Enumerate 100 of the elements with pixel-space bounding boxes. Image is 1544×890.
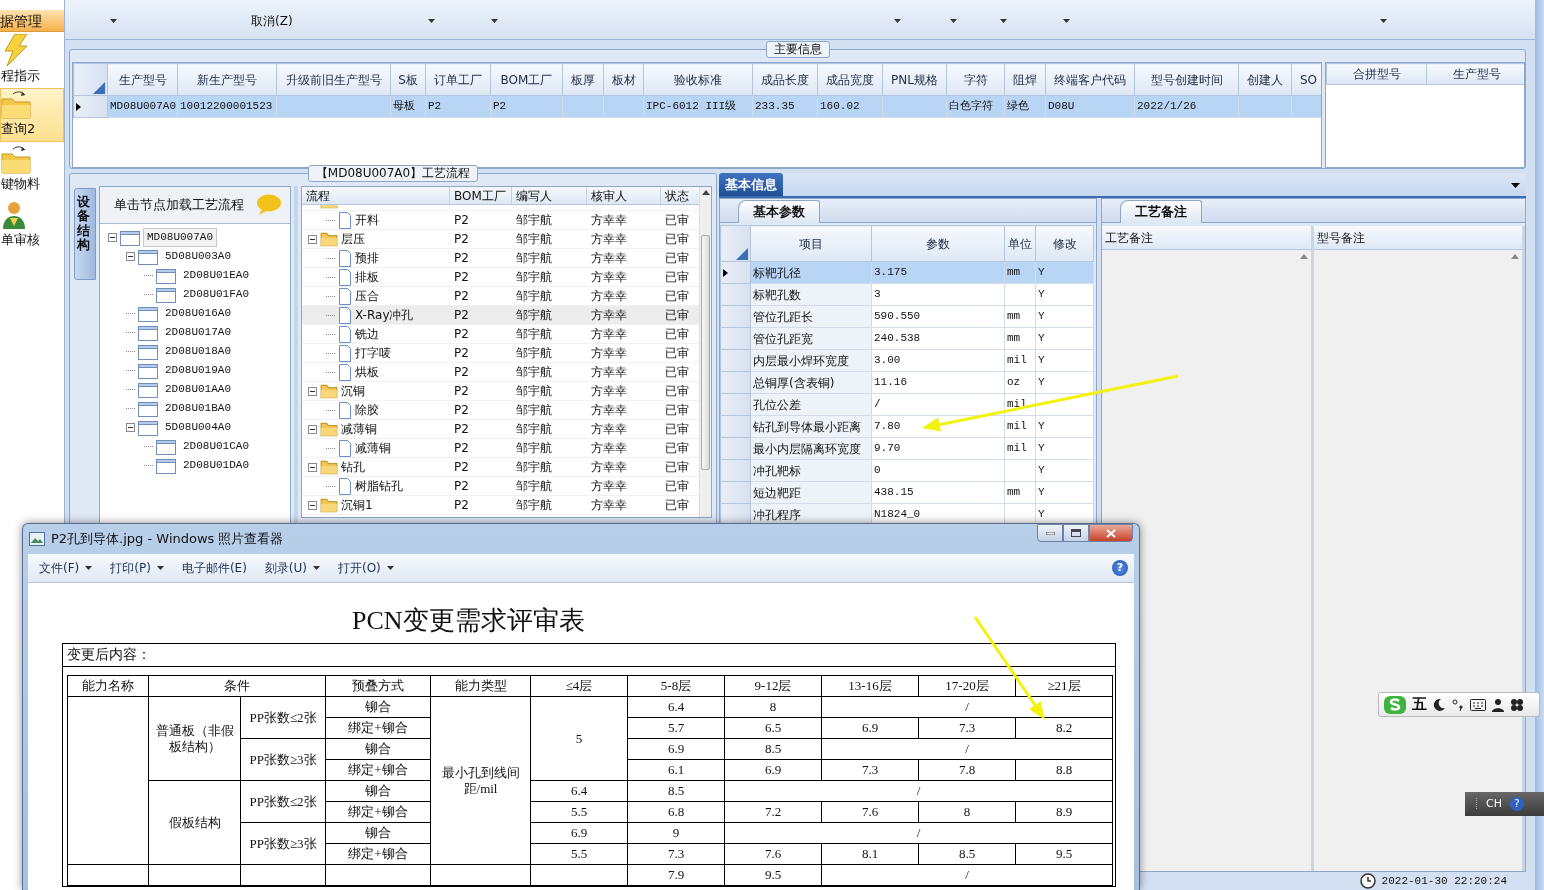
- tree-node[interactable]: MD08U007A0: [143, 228, 217, 247]
- table-row[interactable]: X-Ray冲孔 P2 邹宇航 方幸幸 已审: [302, 306, 699, 325]
- user-icon[interactable]: [1491, 697, 1505, 712]
- table-row[interactable]: 减薄铜 P2 邹宇航 方幸幸 已审: [302, 420, 699, 439]
- collapse-icon[interactable]: [126, 423, 135, 432]
- collapse-icon[interactable]: [308, 386, 317, 396]
- menu-item[interactable]: 打开(O): [333, 557, 399, 579]
- help-button[interactable]: ?: [1509, 797, 1524, 811]
- language-label[interactable]: CH: [1486, 795, 1502, 813]
- tab[interactable]: 工艺备注: [1120, 199, 1202, 223]
- column-header[interactable]: 板材: [603, 63, 644, 96]
- collapse-icon[interactable]: [308, 500, 317, 510]
- column-header[interactable]: 板厚: [562, 63, 604, 96]
- table-row[interactable]: 减薄铜 P2 邹宇航 方幸幸 已审: [302, 439, 699, 458]
- column-header[interactable]: 项目: [750, 225, 872, 262]
- column-header[interactable]: BOM工厂: [490, 63, 563, 96]
- scroll-up-icon[interactable]: [1511, 254, 1519, 259]
- grid-icon[interactable]: [1510, 697, 1524, 712]
- table-row[interactable]: 标靶孔数 3 Y: [720, 283, 1094, 306]
- column-header[interactable]: 工艺备注: [1102, 226, 1311, 250]
- tree-node[interactable]: 2D08U016A0: [161, 304, 235, 323]
- table-row[interactable]: 层压 P2 邹宇航 方幸幸 已审: [302, 230, 699, 249]
- menu-item[interactable]: 打印(P): [105, 557, 169, 579]
- tree-node[interactable]: 2D08U01EA0: [179, 266, 253, 285]
- table-row[interactable]: 管位孔距长 590.550 mm Y: [720, 305, 1094, 328]
- table-row[interactable]: 除胶 P2 邹宇航 方幸幸 已审: [302, 401, 699, 420]
- column-header[interactable]: 创建人: [1238, 63, 1292, 96]
- tree-node[interactable]: 2D08U01CA0: [179, 437, 253, 456]
- collapse-icon[interactable]: [126, 252, 135, 261]
- column-header[interactable]: 验收标准: [643, 63, 753, 96]
- menu-item[interactable]: 文件(F): [34, 557, 98, 579]
- moon-icon[interactable]: [1432, 697, 1446, 712]
- tree-node[interactable]: 2D08U01DA0: [179, 456, 253, 475]
- column-header[interactable]: 修改: [1035, 225, 1094, 262]
- column-header[interactable]: 订单工厂: [425, 63, 491, 96]
- table-row[interactable]: 总铜厚(含表铜) 11.16 oz Y: [720, 371, 1094, 394]
- menu-item[interactable]: 电子邮件(E): [176, 557, 252, 579]
- column-header[interactable]: 核审人: [587, 187, 661, 204]
- table-row[interactable]: 短边靶距 438.15 mm Y: [720, 481, 1094, 504]
- column-header[interactable]: 成品宽度: [817, 63, 883, 96]
- table-row[interactable]: 管位孔距宽 240.538 mm Y: [720, 327, 1094, 350]
- table-row[interactable]: 标靶孔径 3.175 mm Y: [720, 261, 1094, 284]
- side-tab[interactable]: 设备结构: [74, 188, 96, 280]
- column-header[interactable]: 字符: [946, 63, 1005, 96]
- column-header[interactable]: BOM工厂: [450, 187, 512, 204]
- column-header[interactable]: 型号备注: [1313, 226, 1522, 250]
- collapse-icon[interactable]: [308, 234, 317, 244]
- table-row[interactable]: 冲孔靶标 0 Y: [720, 459, 1094, 482]
- tab[interactable]: 基本参数: [738, 199, 820, 223]
- keyboard-icon[interactable]: [1470, 698, 1486, 711]
- sidebar-item[interactable]: 键物料: [0, 143, 64, 197]
- help-button[interactable]: ?: [1112, 560, 1128, 576]
- scroll-up-icon[interactable]: [1299, 254, 1308, 259]
- table-row[interactable]: 沉铜 P2 邹宇航 方幸幸 已审: [302, 382, 699, 401]
- table-row[interactable]: 烘板 P2 邹宇航 方幸幸 已审: [302, 363, 699, 382]
- tree-node[interactable]: 2D08U018A0: [161, 342, 235, 361]
- column-header[interactable]: 单位: [1004, 225, 1036, 262]
- column-header[interactable]: SO: [1291, 63, 1322, 96]
- column-header[interactable]: 新生产型号: [177, 63, 277, 96]
- table-row[interactable]: MD08U007A0 10012200001523 母板 P2 P2 IPC-6012 III级 233.35 160.02 白色字符 绿色 D08U 2022/1/26: [73, 95, 1322, 118]
- table-row[interactable]: 内层最小焊环宽度 3.00 mil Y: [720, 349, 1094, 372]
- column-header[interactable]: 生产型号: [1426, 63, 1524, 85]
- table-row[interactable]: 钻孔到导体最小距离 7.80 mil Y: [720, 415, 1094, 438]
- tree-node[interactable]: 2D08U01FA0: [179, 285, 253, 304]
- column-header[interactable]: 型号创建时间: [1134, 63, 1239, 96]
- table-row[interactable]: 沉铜1 P2 邹宇航 方幸幸 已审: [302, 496, 699, 515]
- column-header[interactable]: PNL规格: [882, 63, 947, 96]
- sidebar-item[interactable]: 单审核: [0, 198, 64, 252]
- tree-node[interactable]: 2D08U019A0: [161, 361, 235, 380]
- column-header[interactable]: 参数: [871, 225, 1005, 262]
- tree-node[interactable]: 2D08U01BA0: [161, 399, 235, 418]
- column-header[interactable]: 编写人: [512, 187, 587, 204]
- s-logo-icon[interactable]: [1383, 694, 1407, 715]
- tab[interactable]: 基本信息: [719, 172, 783, 196]
- punctuation-icon[interactable]: [1451, 697, 1465, 712]
- table-row[interactable]: 铣边 P2 邹宇航 方幸幸 已审: [302, 325, 699, 344]
- table-row[interactable]: 开料 P2 邹宇航 方幸幸 已审: [302, 211, 699, 230]
- maximize-button[interactable]: [1063, 524, 1089, 542]
- dropdown-icon[interactable]: [1511, 183, 1520, 188]
- collapse-icon[interactable]: [108, 233, 117, 242]
- table-row[interactable]: 打字唛 P2 邹宇航 方幸幸 已审: [302, 344, 699, 363]
- sidebar-item[interactable]: 程指示: [0, 33, 64, 87]
- tree-node[interactable]: 5D08U004A0: [161, 418, 235, 437]
- toolbar-label[interactable]: 取消(Z): [251, 13, 293, 28]
- table-row[interactable]: 树脂钻孔 P2 邹宇航 方幸幸 已审: [302, 477, 699, 496]
- table-row[interactable]: 排板 P2 邹宇航 方幸幸 已审: [302, 268, 699, 287]
- table-row[interactable]: 最小内层隔离环宽度 9.70 mil Y: [720, 437, 1094, 460]
- collapse-icon[interactable]: [308, 462, 317, 472]
- column-header[interactable]: 流程: [302, 187, 450, 204]
- column-header[interactable]: 成品长度: [752, 63, 818, 96]
- collapse-icon[interactable]: [308, 424, 317, 434]
- column-header[interactable]: 合拼型号: [1326, 63, 1427, 85]
- tree-node[interactable]: 2D08U01AA0: [161, 380, 235, 399]
- column-header[interactable]: 阻焊: [1004, 63, 1046, 96]
- menu-item[interactable]: 刻录(U): [259, 557, 325, 579]
- input-mode[interactable]: 五: [1412, 693, 1427, 716]
- table-row[interactable]: 钻孔 P2 邹宇航 方幸幸 已审: [302, 458, 699, 477]
- tree-node[interactable]: 2D08U017A0: [161, 323, 235, 342]
- sidebar-item[interactable]: 查询2: [0, 88, 64, 142]
- table-row[interactable]: 预排 P2 邹宇航 方幸幸 已审: [302, 249, 699, 268]
